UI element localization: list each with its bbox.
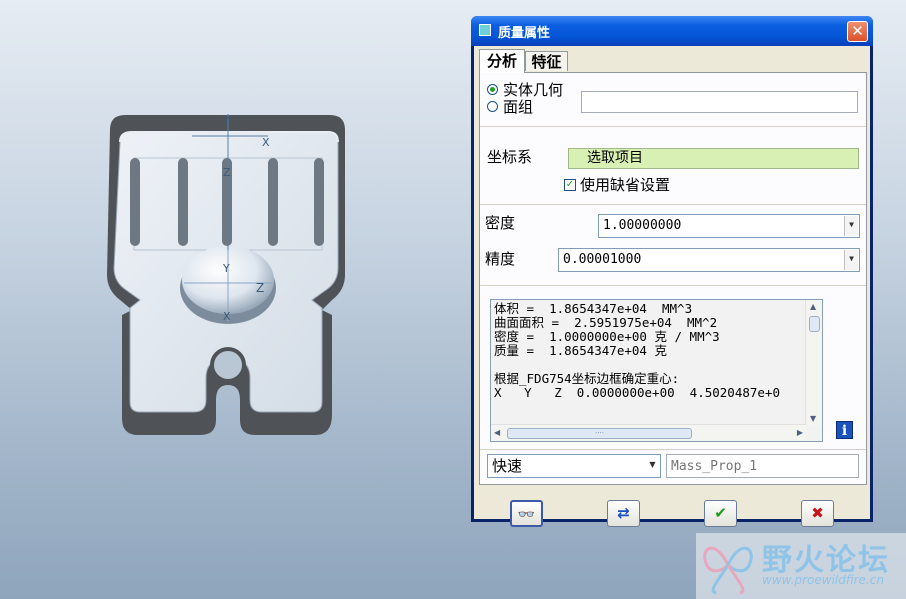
use-default-label: 使用缺省设置 bbox=[580, 176, 671, 194]
check-icon: ✔ bbox=[714, 504, 727, 522]
csys-section: 坐标系 选取项目 ✓ 使用缺省设置 bbox=[480, 127, 866, 205]
tab-analysis[interactable]: 分析 bbox=[479, 49, 525, 73]
accuracy-value: 0.00001000 bbox=[563, 252, 642, 267]
chevron-down-icon[interactable]: ▼ bbox=[844, 250, 858, 270]
scroll-down-icon[interactable]: ▼ bbox=[810, 414, 816, 423]
cancel-x-icon: ✖ bbox=[811, 504, 824, 522]
dialog-body: 分析 特征 实体几何 面组 坐标系 选取项目 ✓ 使用缺省设置 密度 1.000… bbox=[474, 46, 870, 527]
axis-label-z: Z bbox=[223, 166, 231, 179]
use-default-checkbox[interactable]: ✓ bbox=[564, 179, 576, 191]
results-line: 曲面面积 = 2.5951975e+04 MM^2 bbox=[494, 315, 718, 330]
option-quilt-label: 面组 bbox=[503, 98, 534, 116]
results-line: 根据_FDG754坐标边框确定重心: bbox=[494, 371, 680, 386]
density-combo[interactable]: 1.00000000 ▼ bbox=[598, 214, 860, 238]
radio-quilt[interactable] bbox=[487, 101, 498, 112]
axis-label-x-mid: X bbox=[223, 310, 231, 323]
csys-label: 坐标系 bbox=[487, 148, 533, 166]
close-icon: ✕ bbox=[851, 22, 864, 40]
axis-label-y: Y bbox=[222, 114, 230, 127]
results-line: 体积 = 1.8654347e+04 MM^3 bbox=[494, 301, 693, 316]
feature-name-input[interactable] bbox=[666, 454, 859, 478]
quilt-input[interactable] bbox=[581, 91, 858, 113]
vertical-scrollbar[interactable]: ▲ ▼ bbox=[805, 300, 822, 425]
mass-properties-dialog: 质量属性 ✕ 分析 特征 实体几何 面组 坐标系 选取项目 ✓ 使用缺省设置 密… bbox=[471, 16, 873, 527]
density-value: 1.00000000 bbox=[603, 218, 682, 233]
glasses-icon: 👓 bbox=[517, 507, 536, 523]
forum-watermark: 野火论坛 www.proewildfire.cn bbox=[696, 533, 906, 599]
axis-label-x: X bbox=[262, 136, 270, 149]
repeat-button[interactable]: ⇄ bbox=[607, 500, 640, 527]
density-label: 密度 bbox=[485, 214, 516, 232]
horizontal-scrollbar[interactable]: ◀ ···· ▶ bbox=[491, 424, 806, 441]
dialog-title: 质量属性 bbox=[498, 26, 551, 41]
results-textarea[interactable]: 体积 = 1.8654347e+04 MM^3 曲面面积 = 2.5951975e… bbox=[490, 299, 823, 442]
ok-button[interactable]: ✔ bbox=[704, 500, 737, 527]
accuracy-label: 精度 bbox=[485, 250, 516, 268]
horizontal-scroll-thumb[interactable]: ···· bbox=[507, 428, 692, 439]
results-line: 密度 = 1.0000000e+00 克 / MM^3 bbox=[494, 329, 720, 344]
axis-label-z-mid: Z bbox=[256, 281, 264, 295]
watermark-url: www.proewildfire.cn bbox=[762, 573, 884, 587]
tab-feature[interactable]: 特征 bbox=[525, 51, 568, 71]
dialog-titlebar[interactable]: 质量属性 ✕ bbox=[471, 16, 873, 46]
scroll-left-icon[interactable]: ◀ bbox=[494, 428, 500, 437]
radio-solid-geometry[interactable] bbox=[487, 84, 498, 95]
repeat-icon: ⇄ bbox=[617, 504, 630, 522]
results-text: 体积 = 1.8654347e+04 MM^3 曲面面积 = 2.5951975e… bbox=[494, 302, 780, 400]
csys-selector[interactable]: 选取项目 bbox=[568, 148, 859, 169]
results-line bbox=[494, 358, 780, 372]
cancel-button[interactable]: ✖ bbox=[801, 500, 834, 527]
chevron-down-icon[interactable]: ▼ bbox=[646, 456, 659, 476]
3d-part-model[interactable]: Y X Z Y Z X bbox=[100, 100, 360, 444]
mode-select[interactable]: 快速 ▼ bbox=[487, 454, 661, 478]
info-icon[interactable]: i bbox=[836, 421, 853, 439]
butterfly-logo-icon bbox=[703, 546, 753, 595]
results-line: X Y Z 0.0000000e+00 4.5020487e+0 bbox=[494, 385, 780, 400]
chevron-down-icon[interactable]: ▼ bbox=[844, 216, 858, 236]
close-button[interactable]: ✕ bbox=[847, 21, 868, 42]
preview-button[interactable]: 👓 bbox=[510, 500, 543, 527]
vertical-scroll-thumb[interactable] bbox=[809, 316, 820, 332]
accuracy-combo[interactable]: 0.00001000 ▼ bbox=[558, 248, 860, 272]
scroll-up-icon[interactable]: ▲ bbox=[810, 302, 816, 311]
axis-label-y-mid: Y bbox=[222, 262, 230, 275]
mode-select-value: 快速 bbox=[492, 457, 523, 475]
scroll-right-icon[interactable]: ▶ bbox=[797, 428, 803, 437]
window-icon bbox=[479, 24, 491, 36]
analysis-panel: 实体几何 面组 坐标系 选取项目 ✓ 使用缺省设置 密度 1.00000000 … bbox=[479, 72, 867, 485]
geometry-section: 实体几何 面组 bbox=[480, 73, 866, 127]
results-line: 质量 = 1.8654347e+04 克 bbox=[494, 343, 667, 358]
